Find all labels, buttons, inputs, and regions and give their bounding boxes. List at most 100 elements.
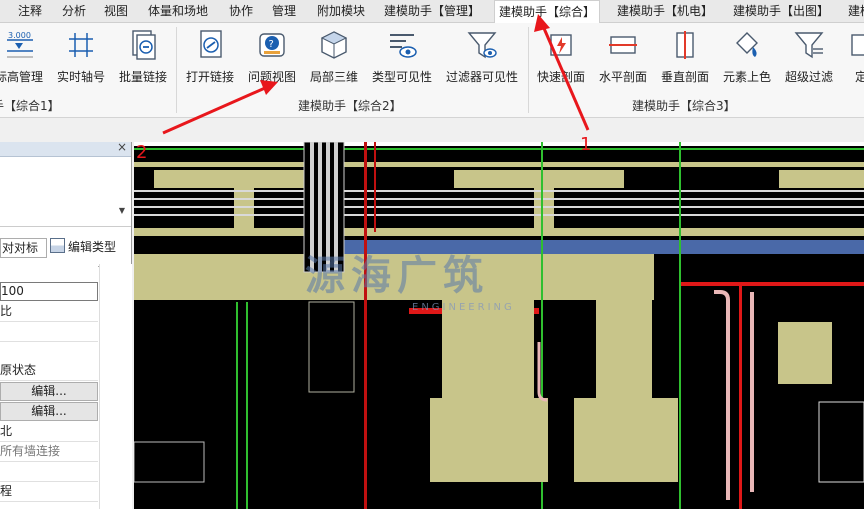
duct-block [596,300,652,398]
tab-helper-mep[interactable]: 建模助手【机电】 [617,0,713,22]
batch-link-button[interactable]: 批量链接 [117,29,169,85]
color-element-icon [736,32,758,57]
tab-annotate[interactable]: 注释 [18,0,42,22]
toolbar-strip [0,118,864,142]
group-label-integrated-1: 手【综合1】 [0,99,60,113]
grid-line [236,302,238,509]
properties-scrollbar[interactable] [99,264,132,509]
grid-line [134,148,864,150]
scale-field[interactable]: 100 [0,282,98,301]
partial-icon [851,34,864,56]
drawing-svg [134,142,864,509]
quick-section-label: 快速剖面 [536,70,585,84]
batch-link-label: 批量链接 [118,70,167,84]
properties-header: × [0,140,131,157]
drawing-canvas[interactable]: 2 [134,142,864,509]
tab-manage[interactable]: 管理 [272,0,296,22]
tab-massing-site[interactable]: 体量和场地 [148,0,208,22]
edit-type-label: 编辑类型 [68,240,117,254]
vertical-section-button[interactable]: 垂直剖面 [658,29,712,85]
grid-line [679,142,681,509]
close-icon[interactable]: × [117,140,127,154]
tab-helper-integrated[interactable]: 建模助手【综合】 [494,0,601,24]
red-pipe [374,142,376,232]
pipe-band [134,228,864,236]
ribbon-panel: 3.000 标高管理 实时轴号 批量链接 手【综合1】 [0,23,864,118]
equipment-outline [818,401,864,483]
watermark-sub: ENGINEERING [412,302,515,313]
level-badge: 3.000 [8,31,31,40]
ribbon-divider [176,27,177,113]
svg-text:?: ? [269,39,274,50]
watermark: 源海广筑 [305,253,489,299]
quick-section-icon [550,34,572,56]
pipe-line [134,190,864,192]
partial-tool-button[interactable]: 定 [846,29,864,85]
property-row: 比 [0,302,98,322]
vertical-section-icon [676,31,694,59]
quick-section-button[interactable]: 快速剖面 [534,29,588,85]
local-3d-label: 局部三维 [309,70,358,84]
property-row: 北 [0,422,98,442]
horizontal-section-icon [609,36,637,54]
level-manage-label: 标高管理 [0,70,43,84]
red-pipe [679,282,864,286]
pipe-line [134,214,864,216]
tab-analyze[interactable]: 分析 [62,0,86,22]
group-label-integrated-2: 建模助手【综合2】 [298,99,402,113]
local-3d-icon [320,31,348,59]
type-visibility-label: 类型可见性 [371,70,432,84]
open-link-button[interactable]: 打开链接 [184,29,236,85]
ribbon-tab-bar: 注释 分析 视图 体量和场地 协作 管理 附加模块 建模助手【管理】 建模助手【… [0,0,864,24]
filter-visibility-icon [467,32,497,59]
properties-panel: × ▼ 对对标 编辑类型 ^ 100 比 原状态 编辑... 编辑... 北 所… [0,140,132,509]
ribbon-divider [528,27,529,113]
super-filter-button[interactable]: 超级过滤 [782,29,836,85]
open-link-label: 打开链接 [185,70,234,84]
tab-helper-drawing[interactable]: 建模助手【出图】 [733,0,829,22]
realtime-axis-button[interactable]: 实时轴号 [56,29,106,85]
duct [154,170,304,188]
horizontal-section-label: 水平剖面 [598,70,647,84]
edit-button[interactable]: 编辑... [0,382,98,401]
equipment-outline [134,441,205,483]
edit-type-button[interactable]: 编辑类型 [50,238,116,256]
partial-tool-label: 定 [854,70,864,84]
color-element-button[interactable]: 元素上色 [720,29,774,85]
issue-view-button[interactable]: ? 问题视图 [246,29,298,85]
duct-block [778,322,832,384]
axis-icon [69,33,93,57]
open-link-icon [200,30,222,58]
issue-view-label: 问题视图 [247,70,296,84]
group-label-integrated-3: 建模助手【综合3】 [632,99,736,113]
grid-line [246,302,248,509]
tab-view[interactable]: 视图 [104,0,128,22]
tab-collaborate[interactable]: 协作 [229,0,253,22]
annotation-number-2: 2 [136,142,148,163]
local-3d-button[interactable]: 局部三维 [308,29,360,85]
type-visibility-button[interactable]: 类型可见性 [370,29,434,85]
issue-view-icon: ? [259,33,285,57]
view-select-value: 对对标 [2,241,39,255]
filter-visibility-label: 过滤器可见性 [445,70,518,84]
tab-more[interactable]: 建模 [848,0,864,22]
edit-button[interactable]: 编辑... [0,402,98,421]
duct-block [442,300,534,400]
view-select[interactable]: 对对标 [0,238,47,258]
edit-type-icon [50,238,65,253]
tab-addins[interactable]: 附加模块 [317,0,365,22]
property-row: 所有墙连接 [0,442,98,462]
horizontal-section-button[interactable]: 水平剖面 [596,29,650,85]
vertical-section-label: 垂直剖面 [660,70,709,84]
type-visibility-icon [390,34,417,58]
filter-visibility-button[interactable]: 过滤器可见性 [444,29,520,85]
level-manage-button[interactable]: 3.000 标高管理 [0,29,44,85]
realtime-axis-label: 实时轴号 [56,70,105,84]
pipe-line [134,206,864,208]
type-selector[interactable]: ▼ [0,158,131,227]
tab-helper-manage[interactable]: 建模助手【管理】 [384,0,480,22]
red-pipe [739,282,742,509]
chevron-down-icon[interactable]: ▼ [119,206,125,215]
properties-filter-row: 对对标 编辑类型 [0,236,131,260]
property-row: 程 [0,482,98,502]
